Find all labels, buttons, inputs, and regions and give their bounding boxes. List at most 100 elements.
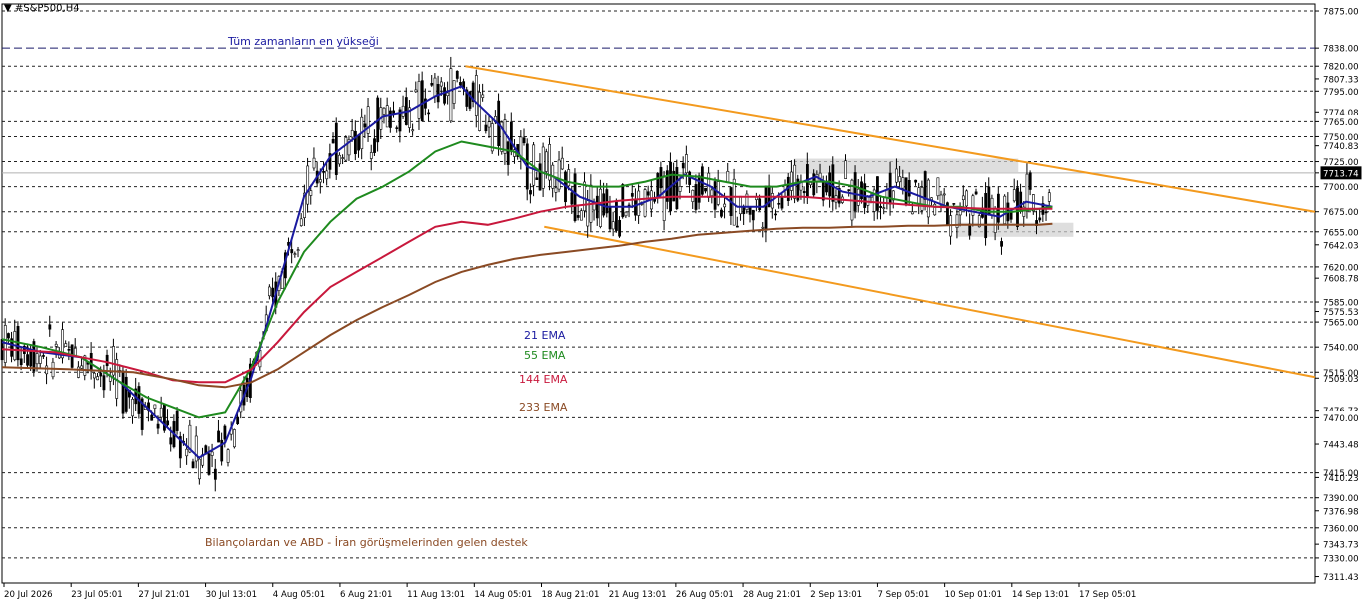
candle-body [411,129,415,132]
candle-body [93,372,96,379]
candle-body [433,77,437,97]
price-chart[interactable]: Tüm zamanların en yükseği 21 EMA 55 EMA 144… [0,0,1362,603]
candle-body [608,206,612,230]
candle-body [26,354,29,366]
x-tick-label: 7 Sep 05:01 [877,590,929,600]
chart-svg[interactable]: Tüm zamanların en yükseği 21 EMA 55 EMA 144… [0,0,1362,603]
candle-body [35,353,39,365]
candle-body [449,68,453,122]
candle-body [720,209,723,217]
candle-body [474,75,478,116]
candle-body [414,89,418,93]
candle-body [455,71,459,79]
candle-body [338,154,341,165]
candle-body [739,195,742,215]
candle-body [77,366,80,378]
candle-body [595,195,599,219]
candle-body [198,458,201,480]
candle-body [506,141,510,165]
x-tick-label: 14 Aug 05:01 [474,590,532,600]
x-tick-label: 14 Sep 13:01 [1012,590,1069,600]
candle-body [42,355,45,357]
candle-body [704,187,707,192]
candle-body [974,191,978,195]
candle-body [576,215,580,218]
candle-body [681,162,685,169]
candle-body [131,398,135,417]
candle-body [790,171,793,191]
y-tick-label: 7509.03 [1323,375,1359,385]
resistance-zone [793,158,1019,174]
candle-body [121,370,125,414]
x-tick-label: 11 Aug 13:01 [407,590,465,600]
y-tick-label: 7608.78 [1323,275,1359,285]
y-tick-label: 7795.00 [1323,88,1359,98]
x-tick-label: 4 Aug 05:01 [273,590,325,600]
candle-body [710,189,714,197]
candle-body [357,135,360,151]
candle-body [809,182,812,186]
y-tick-label: 7765.00 [1323,118,1359,128]
candle-body [102,375,106,391]
candle-body [210,451,214,456]
candle-body [271,287,275,298]
candle-body [306,165,310,205]
candle-body [723,203,727,208]
y-tick-label: 7820.00 [1323,63,1359,73]
candle-body [735,225,739,228]
y-tick-label: 7700.00 [1323,183,1359,193]
candle-body [793,164,797,199]
candle-body [48,324,52,330]
candle-body [965,190,968,207]
candle-body [417,81,421,119]
candle-body [185,448,189,457]
candle-body [936,177,940,197]
candle-body [544,151,548,172]
candle-body [395,127,399,129]
candle-body [522,137,526,144]
candle-body [175,410,179,431]
y-tick-label: 7565.00 [1323,319,1359,329]
candle-body [363,123,367,128]
y-tick-label: 7655.00 [1323,228,1359,238]
candle-body [557,159,561,190]
candle-body [99,372,103,377]
candle-body [478,92,481,131]
candle-body [369,152,373,159]
candle-body [535,177,539,180]
candle-body [634,199,637,216]
candle-body [764,185,768,231]
candle-body [920,187,924,211]
annotation-text: 55 EMA [524,349,566,362]
candle-body [853,172,857,211]
candle-body [761,226,765,229]
candle-body [150,414,154,421]
candle-body [1025,173,1029,212]
candle-body [529,190,532,195]
candle-body [567,169,571,187]
y-tick-label: 7642.03 [1323,241,1359,251]
candle-body [290,249,294,254]
candle-body [538,163,542,191]
y-tick-label: 7838.00 [1323,45,1359,55]
candle-body [802,191,806,194]
y-tick-label: 7807.33 [1323,75,1359,85]
candle-body [688,171,692,185]
y-tick-label: 7443.48 [1323,441,1359,451]
candle-body [685,154,688,174]
candle-body [334,122,338,175]
candle-body [392,110,396,114]
candle-body [19,358,23,366]
candle-body [481,94,485,98]
candle-body [38,355,42,364]
candle-body [67,349,71,351]
symbol-text: #S&P500,H4 [14,3,80,14]
candle-body [420,80,424,122]
candle-body [560,157,564,170]
candle-body [166,420,170,426]
annotation-text: Tüm zamanların en yükseği [227,35,379,48]
x-tick-label: 18 Aug 21:01 [542,590,600,600]
candle-body [675,167,679,210]
candle-body [484,124,488,132]
candle-body [299,218,303,226]
